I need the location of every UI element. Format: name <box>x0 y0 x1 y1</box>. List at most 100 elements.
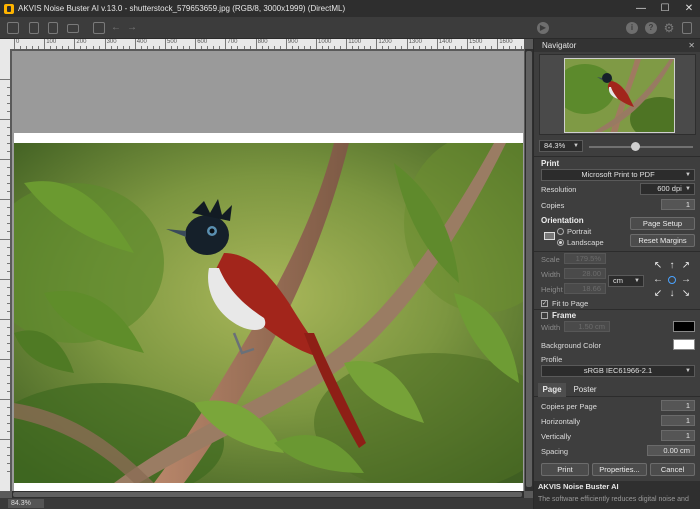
align-left-icon[interactable]: ← <box>652 274 664 286</box>
ruler-tick <box>7 207 10 208</box>
redo-icon[interactable]: → <box>126 22 138 34</box>
landscape-radio[interactable] <box>557 239 564 246</box>
ruler-tick <box>7 175 10 176</box>
ruler-tick <box>358 46 360 49</box>
navigator-box[interactable] <box>539 54 696 135</box>
navigator-thumbnail-image <box>565 59 674 132</box>
settings-icon[interactable]: ⚙ <box>663 22 675 34</box>
printer-select[interactable]: Microsoft Print to PDF ▼ <box>541 169 695 181</box>
page-setup-button[interactable]: Page Setup <box>630 217 695 230</box>
maximize-button[interactable]: ☐ <box>658 0 672 17</box>
profile-select[interactable]: sRGB IEC61966-2.1 ▼ <box>541 365 695 377</box>
align-top-right-icon[interactable]: ↗ <box>680 260 692 272</box>
align-bottom-left-icon[interactable]: ↙ <box>652 288 664 300</box>
status-zoom-field[interactable]: 84.3% <box>8 499 44 508</box>
copies-field[interactable]: 1 <box>661 199 695 210</box>
ruler-tick <box>0 239 10 240</box>
save-icon[interactable] <box>29 22 39 34</box>
ruler-tick <box>195 39 197 49</box>
vertically-field[interactable]: 1 <box>661 430 695 441</box>
frame-width-field[interactable]: 1.50 cm <box>564 321 610 332</box>
ruler-tick <box>364 46 366 49</box>
vertical-scroll-thumb[interactable] <box>526 51 532 487</box>
fit-to-page-checkbox[interactable]: ✓ <box>541 300 548 307</box>
share-icon[interactable] <box>682 22 692 34</box>
ruler-tick <box>491 46 493 49</box>
screen-icon[interactable] <box>93 22 105 34</box>
open-icon[interactable] <box>7 22 19 34</box>
zoom-select[interactable]: 84.3% ▼ <box>539 140 583 152</box>
tab-bar: Page Poster <box>534 383 700 397</box>
print-page[interactable] <box>14 133 523 493</box>
scale-field[interactable]: 179.5% <box>564 253 606 264</box>
copies-per-page-field[interactable]: 1 <box>661 400 695 411</box>
unit-select[interactable]: cm ▼ <box>608 275 644 287</box>
align-bottom-right-icon[interactable]: ↘ <box>680 288 692 300</box>
ruler-tick <box>7 367 10 368</box>
align-top-icon[interactable]: ↑ <box>666 260 678 272</box>
ruler-label: 1400 <box>438 39 453 45</box>
tab-poster[interactable]: Poster <box>568 383 602 397</box>
help-icon[interactable]: ? <box>645 22 657 34</box>
cancel-button[interactable]: Cancel <box>650 463 695 476</box>
ruler-tick <box>430 46 432 49</box>
horizontally-field[interactable]: 1 <box>661 415 695 426</box>
minimize-button[interactable]: — <box>634 0 648 17</box>
ruler-tick <box>92 46 94 49</box>
width-field[interactable]: 28.00 <box>564 268 606 279</box>
frame-color-swatch[interactable] <box>673 321 695 332</box>
close-button[interactable]: ✕ <box>682 0 696 17</box>
align-top-left-icon[interactable]: ↖ <box>652 260 664 272</box>
zoom-slider-handle[interactable] <box>631 142 641 151</box>
zoom-slider[interactable] <box>589 146 693 148</box>
print-button[interactable]: Print <box>541 463 589 476</box>
ruler-tick <box>243 46 245 49</box>
align-right-icon[interactable]: → <box>680 274 692 286</box>
ruler-tick <box>0 399 10 400</box>
spacing-field[interactable]: 0.00 cm <box>647 445 695 456</box>
frame-checkbox[interactable] <box>541 312 548 319</box>
ruler-tick <box>7 463 10 464</box>
orientation-label: Orientation <box>541 216 584 225</box>
ruler-tick <box>261 46 263 49</box>
undo-icon[interactable]: ← <box>110 22 122 34</box>
align-bottom-icon[interactable]: ↓ <box>666 288 678 300</box>
ruler-tick <box>479 46 481 49</box>
chevron-down-icon: ▼ <box>634 278 640 284</box>
tab-page[interactable]: Page <box>538 383 566 397</box>
ruler-label: 1500 <box>469 39 483 45</box>
height-field[interactable]: 18.66 <box>564 283 606 294</box>
unit-value: cm <box>613 276 623 285</box>
width-label: Width <box>541 270 561 279</box>
ruler-tick <box>388 46 390 49</box>
app-logo-icon <box>4 3 14 14</box>
align-center-icon[interactable] <box>668 276 676 284</box>
ruler-tick <box>7 231 10 232</box>
vertical-scrollbar[interactable] <box>525 49 533 491</box>
ruler-label: 100 <box>46 39 57 45</box>
info-icon[interactable]: i <box>626 22 638 34</box>
landscape-label: Landscape <box>567 238 604 247</box>
reset-margins-button[interactable]: Reset Margins <box>630 234 695 247</box>
background-color-swatch[interactable] <box>673 339 695 350</box>
print-icon[interactable] <box>67 24 79 33</box>
run-icon[interactable]: ▶ <box>537 22 549 34</box>
ruler-tick <box>406 39 408 49</box>
portrait-label: Portrait <box>567 227 592 236</box>
ruler-tick <box>322 46 324 49</box>
portrait-radio[interactable] <box>557 228 564 235</box>
ruler-tick <box>213 46 215 49</box>
ruler-tick <box>98 46 100 49</box>
navigator-close-icon[interactable]: ✕ <box>688 39 695 52</box>
ruler-tick <box>382 46 384 49</box>
ruler-tick <box>515 46 517 49</box>
batch-icon[interactable] <box>48 22 58 34</box>
resolution-select[interactable]: 600 dpi ▼ <box>640 183 695 195</box>
ruler-tick <box>273 46 275 49</box>
horizontal-scroll-thumb[interactable] <box>13 492 522 497</box>
chevron-down-icon: ▼ <box>573 143 579 149</box>
navigator-thumbnail[interactable] <box>564 58 675 133</box>
properties-button[interactable]: Properties... <box>592 463 647 476</box>
ruler-top: 0 100 200 300 400 500 600 700 800 900 1000 1100 1200… <box>12 39 524 49</box>
horizontal-scrollbar[interactable] <box>12 491 524 498</box>
